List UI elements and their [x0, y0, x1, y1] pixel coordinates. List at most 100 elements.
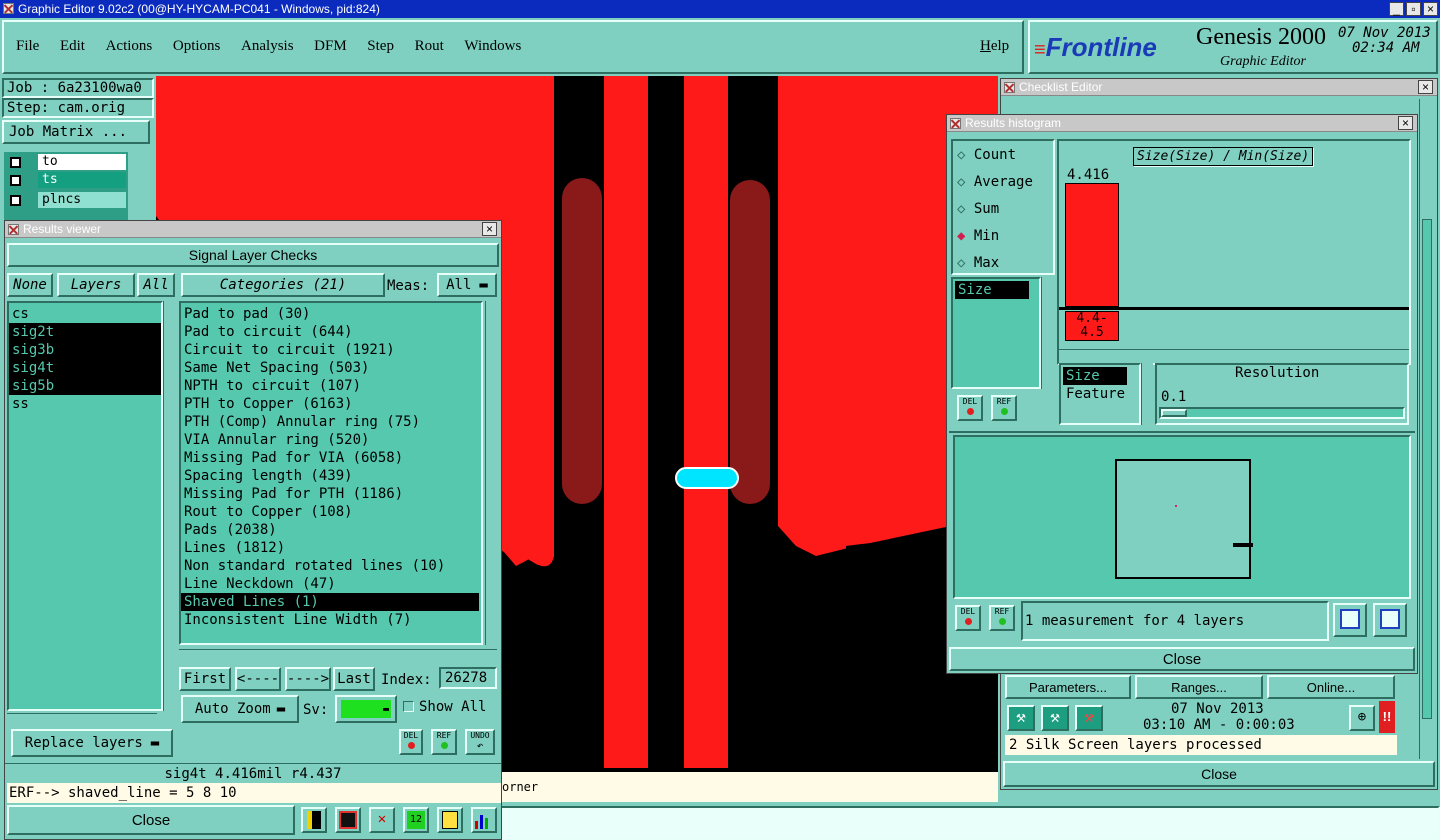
index-field[interactable]: 26278 — [439, 667, 497, 689]
layer-item[interactable]: sig2t — [9, 323, 161, 341]
resolution-slider[interactable] — [1159, 407, 1405, 419]
results-viewer-close-button[interactable]: Close — [7, 805, 295, 835]
category-item[interactable]: Line Neckdown (47) — [181, 575, 481, 593]
layers-all-button[interactable]: All — [137, 273, 175, 297]
prev-button[interactable]: <---- — [235, 667, 281, 691]
online-button[interactable]: Online... — [1267, 675, 1395, 699]
checkbox-icon[interactable] — [10, 175, 21, 186]
close-icon[interactable]: × — [1398, 116, 1413, 130]
categories-button[interactable]: Categories (21) — [181, 273, 385, 297]
layer-item[interactable]: cs — [9, 305, 161, 323]
menu-actions[interactable]: Actions — [106, 38, 153, 54]
categories-scrollbar[interactable] — [485, 301, 497, 645]
menu-analysis[interactable]: Analysis — [241, 38, 294, 54]
checklist-close-button[interactable]: Close — [1003, 761, 1435, 787]
category-item[interactable]: PTH (Comp) Annular ring (75) — [181, 413, 481, 431]
slider-thumb[interactable] — [1161, 409, 1187, 417]
category-item[interactable]: VIA Annular ring (520) — [181, 431, 481, 449]
layer-row-ts[interactable]: ts — [6, 172, 126, 188]
category-item-selected[interactable]: Shaved Lines (1) — [181, 593, 479, 611]
ref-button[interactable]: REF — [431, 729, 457, 755]
layers-hscroll[interactable] — [7, 713, 157, 723]
layer-item[interactable]: sig5b — [9, 377, 161, 395]
option-max[interactable]: ◇ Max — [957, 255, 999, 271]
measure-icon-1[interactable] — [1333, 603, 1367, 637]
measure-icon-2[interactable] — [1373, 603, 1407, 637]
attribute-item[interactable]: Size — [955, 281, 1029, 299]
category-item[interactable]: Rout to Copper (108) — [181, 503, 481, 521]
menu-file[interactable]: File — [16, 38, 39, 54]
sv-color-select[interactable]: ▬ — [335, 695, 397, 723]
histogram-close-button[interactable]: Close — [949, 647, 1415, 671]
undo-button[interactable]: UNDO ↶ — [465, 729, 495, 755]
layers-list[interactable]: cs sig2t sig3b sig4t sig5b ss — [7, 301, 163, 711]
menu-windows[interactable]: Windows — [464, 38, 521, 54]
category-item[interactable]: NPTH to circuit (107) — [181, 377, 481, 395]
layers-none-button[interactable]: None — [7, 273, 53, 297]
res-attr-item[interactable]: Feature — [1063, 385, 1137, 403]
histogram-bar[interactable] — [1065, 183, 1119, 307]
category-item[interactable]: Pad to circuit (644) — [181, 323, 481, 341]
next-button[interactable]: ----> — [285, 667, 331, 691]
option-count[interactable]: ◇ Count — [957, 147, 1016, 163]
tool-icon-notes[interactable] — [437, 807, 463, 833]
preview-ref-button[interactable]: REF — [989, 605, 1015, 631]
ranges-button[interactable]: Ranges... — [1135, 675, 1263, 699]
layers-button[interactable]: Layers — [57, 273, 135, 297]
category-item[interactable]: Missing Pad for VIA (6058) — [181, 449, 481, 467]
category-item[interactable]: Missing Pad for PTH (1186) — [181, 485, 481, 503]
layer-row-to[interactable]: to — [6, 154, 126, 170]
meas-select[interactable]: All ▬ — [437, 273, 497, 297]
category-item[interactable]: Non standard rotated lines (10) — [181, 557, 481, 575]
tool-icon-ref-delete[interactable]: ✕ — [369, 807, 395, 833]
auto-zoom-menu[interactable]: Auto Zoom ▬ — [181, 695, 299, 723]
layer-row-plncs[interactable]: plncs — [6, 192, 126, 208]
menu-help[interactable]: Help — [980, 38, 1009, 55]
zoom-in-icon[interactable]: ⊕ — [1349, 705, 1375, 731]
checklist-scrollbar[interactable] — [1419, 99, 1435, 759]
histogram-hscroll[interactable] — [1059, 349, 1409, 361]
res-attr-scrollbar[interactable] — [1141, 363, 1153, 425]
category-item[interactable]: PTH to Copper (6163) — [181, 395, 481, 413]
category-item[interactable]: Pads (2038) — [181, 521, 481, 539]
hist-ref-button[interactable]: REF — [991, 395, 1017, 421]
category-item[interactable]: Same Net Spacing (503) — [181, 359, 481, 377]
preview-del-button[interactable]: DEL — [955, 605, 981, 631]
menu-edit[interactable]: Edit — [60, 38, 85, 54]
category-item[interactable]: Circuit to circuit (1921) — [181, 341, 481, 359]
menu-rout[interactable]: Rout — [415, 38, 444, 54]
last-button[interactable]: Last — [333, 667, 375, 691]
category-item[interactable]: Spacing length (439) — [181, 467, 481, 485]
show-all-checkbox[interactable] — [403, 701, 414, 712]
tool-icon-chart[interactable] — [471, 807, 497, 833]
layer-item[interactable]: sig3b — [9, 341, 161, 359]
first-button[interactable]: First — [179, 667, 231, 691]
layers-scrollbar[interactable] — [163, 301, 175, 711]
layer-item[interactable]: ss — [9, 395, 161, 413]
category-item[interactable]: Pad to pad (30) — [181, 305, 481, 323]
resolution-attr-list[interactable]: Size Feature — [1059, 363, 1141, 425]
close-icon[interactable]: × — [1418, 80, 1433, 94]
restore-icon[interactable]: ▫ — [1406, 2, 1421, 16]
categories-hscroll[interactable] — [179, 649, 497, 659]
bottom-input[interactable] — [500, 806, 1440, 840]
tool-icon-2[interactable] — [335, 807, 361, 833]
tool-icon-12[interactable]: 12 — [403, 807, 429, 833]
menu-step[interactable]: Step — [367, 38, 394, 54]
attribute-list[interactable]: Size — [951, 277, 1041, 389]
menu-options[interactable]: Options — [173, 38, 221, 54]
checkbox-icon[interactable] — [10, 195, 21, 206]
menu-dfm[interactable]: DFM — [314, 38, 347, 54]
alert-icon[interactable]: !! — [1379, 701, 1395, 733]
layer-item[interactable]: sig4t — [9, 359, 161, 377]
bar-range-label[interactable]: 4.4- 4.5 — [1065, 311, 1119, 341]
close-icon[interactable]: × — [1423, 2, 1438, 16]
run-icon-3[interactable]: ⚒ — [1075, 705, 1103, 731]
option-sum[interactable]: ◇ Sum — [957, 201, 999, 217]
close-icon[interactable]: × — [482, 222, 497, 236]
categories-list[interactable]: Pad to pad (30) Pad to circuit (644) Cir… — [179, 301, 483, 645]
hist-del-button[interactable]: DEL — [957, 395, 983, 421]
minimize-icon[interactable]: _ — [1389, 2, 1404, 16]
del-button[interactable]: DEL — [399, 729, 423, 755]
attribute-scrollbar[interactable] — [1041, 277, 1053, 389]
